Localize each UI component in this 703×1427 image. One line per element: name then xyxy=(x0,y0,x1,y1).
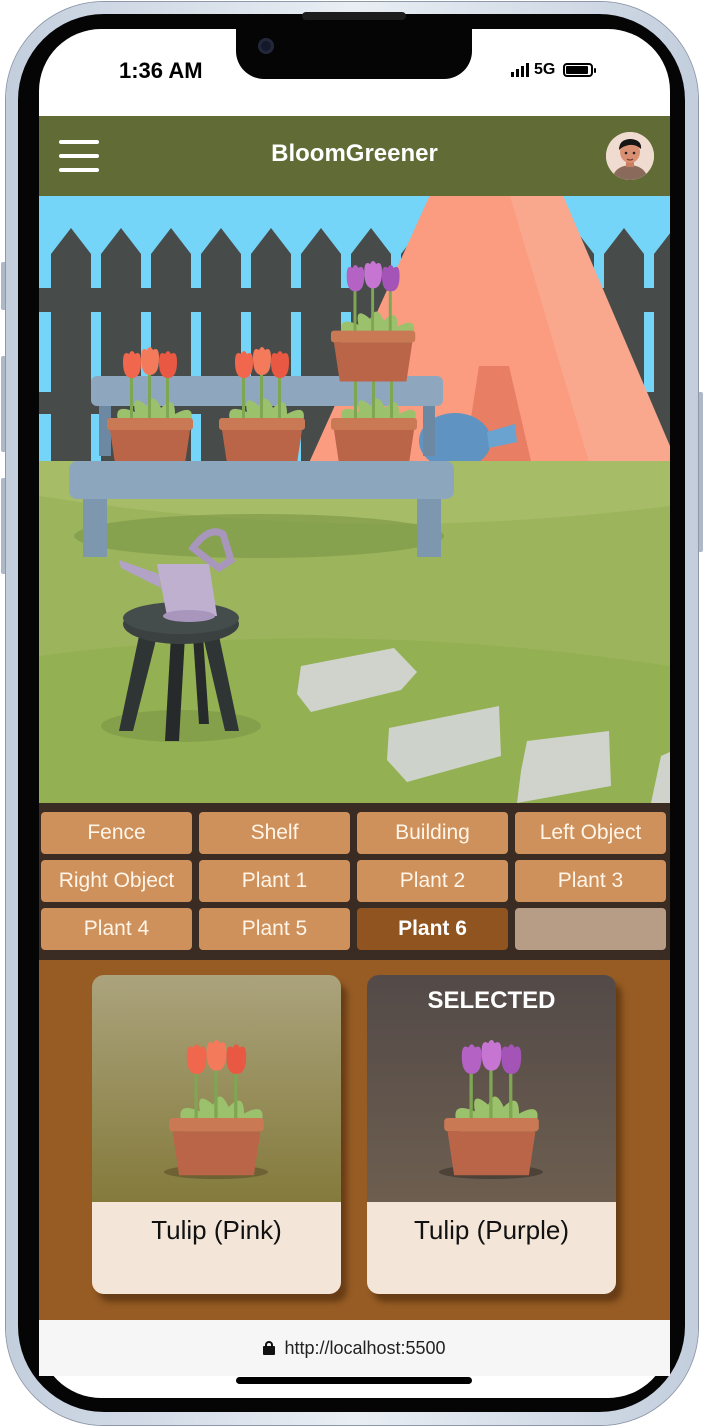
tab-empty-slot xyxy=(515,908,666,950)
status-indicators: 5G xyxy=(511,60,597,80)
option-card-tulip-purple[interactable]: SELECTED Tulip (Purple) xyxy=(367,975,616,1294)
tab-plant-2[interactable]: Plant 2 xyxy=(357,860,508,902)
option-card-tulip-pink[interactable]: Tulip (Pink) xyxy=(92,975,341,1294)
phone-notch xyxy=(236,25,472,79)
browser-url-bar[interactable]: http://localhost:5500 xyxy=(39,1320,670,1376)
option-name: Tulip (Purple) xyxy=(367,1202,616,1294)
tab-right-object[interactable]: Right Object xyxy=(41,860,192,902)
tab-building[interactable]: Building xyxy=(357,812,508,854)
tab-left-object[interactable]: Left Object xyxy=(515,812,666,854)
garden-scene-preview xyxy=(39,196,670,803)
tab-fence[interactable]: Fence xyxy=(41,812,192,854)
tab-plant-5[interactable]: Plant 5 xyxy=(199,908,350,950)
tab-plant-6[interactable]: Plant 6 xyxy=(357,908,508,950)
tab-plant-3[interactable]: Plant 3 xyxy=(515,860,666,902)
app-header: BloomGreener xyxy=(39,116,670,196)
lock-icon xyxy=(263,1341,276,1355)
tab-shelf[interactable]: Shelf xyxy=(199,812,350,854)
battery-icon xyxy=(563,63,597,77)
network-type: 5G xyxy=(534,61,556,78)
front-camera-icon xyxy=(258,38,274,54)
phone-speaker xyxy=(302,12,406,20)
tab-plant-1[interactable]: Plant 1 xyxy=(199,860,350,902)
url-text: http://localhost:5500 xyxy=(284,1337,446,1358)
option-name: Tulip (Pink) xyxy=(92,1202,341,1294)
status-time: 1:36 AM xyxy=(119,58,203,83)
signal-icon xyxy=(511,63,529,77)
home-indicator[interactable] xyxy=(236,1377,472,1384)
tab-plant-4[interactable]: Plant 4 xyxy=(41,908,192,950)
tulip-pink-illustration xyxy=(92,975,341,1202)
avatar-icon xyxy=(606,132,654,180)
category-tabs-panel: Fence Shelf Building Left Object Right O… xyxy=(39,803,670,960)
user-avatar[interactable] xyxy=(606,132,654,180)
app-title: BloomGreener xyxy=(271,140,438,167)
selected-badge: SELECTED xyxy=(427,987,556,1014)
plant-options-area: Tulip (Pink) SELECTED Tulip (Purple) xyxy=(39,960,670,1320)
